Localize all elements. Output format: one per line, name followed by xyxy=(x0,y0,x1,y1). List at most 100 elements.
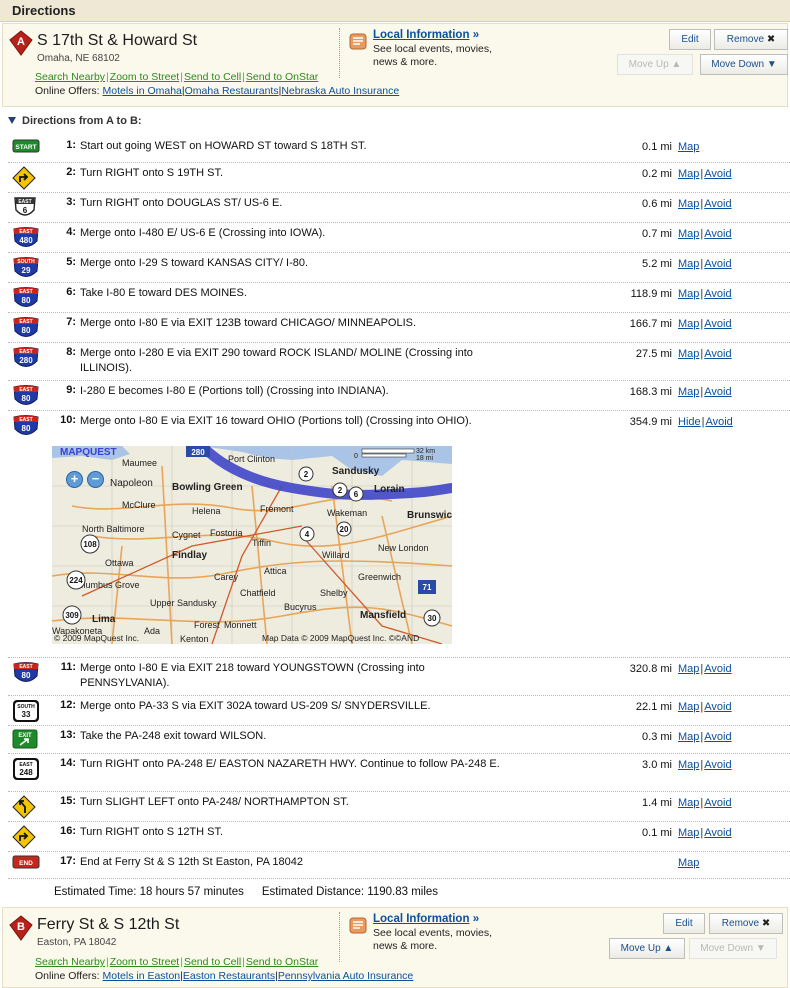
avoid-link[interactable]: Avoid xyxy=(704,759,731,771)
step-number: 9: xyxy=(66,384,76,396)
map-link[interactable]: Map xyxy=(678,857,699,869)
avoid-link[interactable]: Avoid xyxy=(704,701,731,713)
map-link[interactable]: Map xyxy=(678,759,699,771)
step-distance: 3.0 mi xyxy=(642,759,672,771)
map-link[interactable]: Map xyxy=(678,258,699,270)
map-label: Maumee xyxy=(122,458,157,468)
step-distance: 118.9 mi xyxy=(630,288,672,300)
step-distance: 168.3 mi xyxy=(629,386,672,398)
search-nearby-link[interactable]: Search Nearby xyxy=(35,71,105,83)
map-label: Monnett xyxy=(224,620,257,630)
start-location-links: Search Nearby|Zoom to Street|Send to Cel… xyxy=(35,71,319,83)
route-map[interactable]: Maumee Port Clinton Sandusky Lorain Bowl… xyxy=(52,446,452,644)
step-actions: Map|Avoid xyxy=(678,258,732,270)
offer-link[interactable]: Easton Restaurants xyxy=(183,970,275,982)
end-icon: END xyxy=(12,855,40,872)
avoid-link[interactable]: Avoid xyxy=(704,198,731,210)
map-link[interactable]: Map xyxy=(678,663,699,675)
map-link[interactable]: Map xyxy=(678,348,699,360)
send-to-cell-link[interactable]: Send to Cell xyxy=(184,71,241,83)
start-location-city: Omaha, NE 68102 xyxy=(37,53,120,64)
map-label: Tiffin xyxy=(252,538,271,548)
local-information-link[interactable]: Local Information xyxy=(373,29,469,41)
avoid-link[interactable]: Avoid xyxy=(704,288,731,300)
map-shield: 71 xyxy=(423,583,432,592)
send-to-cell-link[interactable]: Send to Cell xyxy=(184,956,241,968)
step-instruction: Merge onto I-80 E via EXIT 218 toward YO… xyxy=(80,662,425,689)
svg-text:80: 80 xyxy=(22,394,31,403)
remove-button[interactable]: Remove ✖ xyxy=(709,913,783,934)
zoom-in-button[interactable]: + xyxy=(66,471,83,488)
step-distance: 5.2 mi xyxy=(642,258,672,270)
map-link[interactable]: Map xyxy=(678,141,699,153)
exit-icon: EXIT xyxy=(12,729,38,752)
map-link[interactable]: Map xyxy=(678,228,699,240)
avoid-link[interactable]: Avoid xyxy=(704,797,731,809)
move-down-button[interactable]: Move Down ▼ xyxy=(700,54,788,75)
avoid-link[interactable]: Avoid xyxy=(704,258,731,270)
zoom-to-street-link[interactable]: Zoom to Street xyxy=(110,956,179,968)
hide-map-link[interactable]: Hide xyxy=(678,416,701,428)
send-to-onstar-link[interactable]: Send to OnStar xyxy=(246,71,318,83)
collapse-arrow-icon xyxy=(8,117,16,124)
step-actions: Map|Avoid xyxy=(678,228,732,240)
step-distance: 27.5 mi xyxy=(635,348,672,360)
directions-toggle[interactable]: Directions from A to B: xyxy=(8,115,142,127)
avoid-link[interactable]: Avoid xyxy=(704,318,731,330)
map-link[interactable]: Map xyxy=(678,797,699,809)
direction-step: SOUTH 33 12: Merge onto PA-33 S via EXIT 30… xyxy=(8,696,790,726)
edit-button[interactable]: Edit xyxy=(669,29,711,50)
svg-text:EAST: EAST xyxy=(19,417,32,423)
step-instruction: Turn RIGHT onto PA-248 E/ EASTON NAZARET… xyxy=(80,758,500,770)
step-actions: Map|Avoid xyxy=(678,288,732,300)
edit-button[interactable]: Edit xyxy=(663,913,705,934)
map-link[interactable]: Map xyxy=(678,827,699,839)
avoid-link[interactable]: Avoid xyxy=(704,663,731,675)
map-label: North Baltimore xyxy=(82,524,145,534)
svg-text:EXIT: EXIT xyxy=(18,733,32,739)
step-actions: Map|Avoid xyxy=(678,318,732,330)
map-link[interactable]: Map xyxy=(678,198,699,210)
map-label: Lorain xyxy=(374,484,405,495)
zoom-to-street-link[interactable]: Zoom to Street xyxy=(110,71,179,83)
send-to-onstar-link[interactable]: Send to OnStar xyxy=(246,956,318,968)
offer-link[interactable]: Pennsylvania Auto Insurance xyxy=(278,970,413,982)
step-instruction: Turn RIGHT onto S 12TH ST. xyxy=(80,826,224,838)
avoid-link[interactable]: Avoid xyxy=(704,348,731,360)
search-nearby-link[interactable]: Search Nearby xyxy=(35,956,105,968)
start-online-offers: Online Offers: Motels in Omaha|Omaha Res… xyxy=(35,85,400,97)
avoid-link[interactable]: Avoid xyxy=(704,168,731,180)
offer-link[interactable]: Motels in Omaha xyxy=(103,85,182,97)
step-distance: 0.6 mi xyxy=(642,198,672,210)
svg-text:EAST: EAST xyxy=(19,664,32,670)
avoid-link[interactable]: Avoid xyxy=(704,827,731,839)
map-link[interactable]: Map xyxy=(678,386,699,398)
step-actions: Map|Avoid xyxy=(678,348,732,360)
svg-text:EAST: EAST xyxy=(19,289,32,295)
avoid-link[interactable]: Avoid xyxy=(704,386,731,398)
zoom-out-button[interactable]: − xyxy=(87,471,104,488)
map-link[interactable]: Map xyxy=(678,288,699,300)
step-instruction: Turn SLIGHT LEFT onto PA-248/ NORTHAMPTO… xyxy=(80,796,349,808)
offer-link[interactable]: Nebraska Auto Insurance xyxy=(281,85,399,97)
location-b-pin-icon: B xyxy=(9,915,33,941)
svg-text:EAST: EAST xyxy=(19,387,32,393)
svg-text:END: END xyxy=(19,860,33,867)
map-link[interactable]: Map xyxy=(678,318,699,330)
move-up-button[interactable]: Move Up ▲ xyxy=(609,938,685,959)
avoid-link[interactable]: Avoid xyxy=(705,416,732,428)
avoid-link[interactable]: Avoid xyxy=(704,731,731,743)
avoid-link[interactable]: Avoid xyxy=(704,228,731,240)
map-link[interactable]: Map xyxy=(678,168,699,180)
svg-text:80: 80 xyxy=(22,326,31,335)
local-information-link[interactable]: Local Information xyxy=(373,913,469,925)
state-route-sign-icon: EAST 248 xyxy=(12,757,40,784)
interstate-shield-icon: EAST 280 xyxy=(12,346,40,373)
remove-button[interactable]: Remove ✖ xyxy=(714,29,788,50)
step-instruction: Take the PA-248 exit toward WILSON. xyxy=(80,730,267,742)
map-link[interactable]: Map xyxy=(678,731,699,743)
offer-link[interactable]: Motels in Easton xyxy=(103,970,181,982)
offer-link[interactable]: Omaha Restaurants xyxy=(185,85,279,97)
map-link[interactable]: Map xyxy=(678,701,699,713)
map-label: Bowling Green xyxy=(172,482,243,493)
